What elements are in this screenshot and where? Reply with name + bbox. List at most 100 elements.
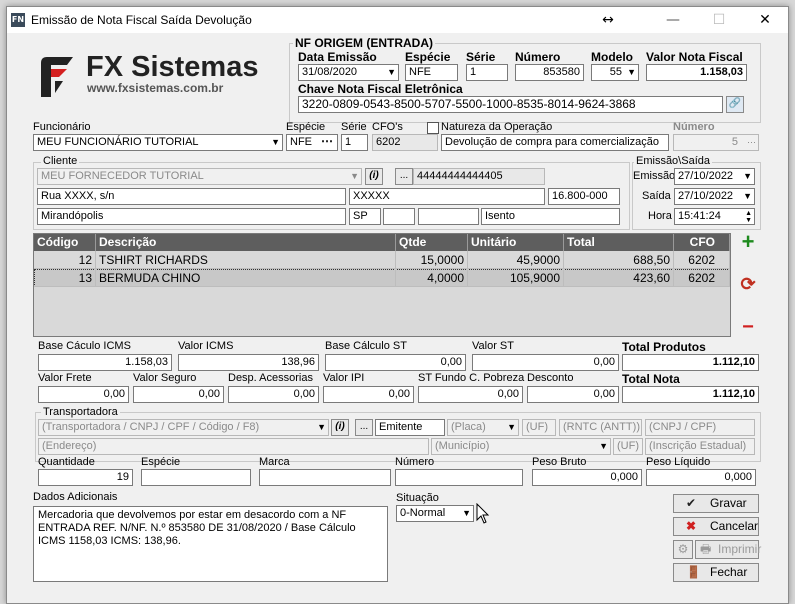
cliente-campo2-field[interactable] xyxy=(418,208,479,225)
base-icms-label: Base Cáculo ICMS xyxy=(38,340,131,352)
seguro-field[interactable]: 0,00 xyxy=(133,386,224,403)
numero-field[interactable]: 5 ⋯ xyxy=(673,134,759,151)
table-row[interactable]: 13 BERMUDA CHINO 4,0000 105,9000 423,60 … xyxy=(34,269,730,287)
chevron-down-icon[interactable]: ▼ xyxy=(743,169,752,184)
saida-date-field[interactable]: 27/10/2022 ▼ xyxy=(674,188,755,205)
column-header-unitario[interactable]: Unitário xyxy=(468,234,564,251)
transp-ie-field[interactable]: (Inscrição Estadual) xyxy=(645,438,755,455)
chevron-down-icon[interactable]: ▼ xyxy=(387,65,396,80)
transp-endereco-field[interactable]: (Endereço) xyxy=(38,438,429,455)
cliente-ie-field[interactable]: Isento xyxy=(481,208,620,225)
numero-more-icon[interactable]: ⋯ xyxy=(747,135,756,150)
chevron-down-icon[interactable]: ▼ xyxy=(350,169,359,184)
cliente-bairro-field[interactable]: XXXXX xyxy=(349,188,545,205)
total-nota-field[interactable]: 1.112,10 xyxy=(622,386,759,403)
placa-select[interactable]: (Placa) ▼ xyxy=(447,419,519,436)
move-icon[interactable]: ↔ xyxy=(585,7,631,33)
cancelar-button[interactable]: ✖ Cancelar xyxy=(673,517,759,536)
peso-bruto-field[interactable]: 0,000 xyxy=(532,469,642,486)
especie-volume-field[interactable] xyxy=(141,469,251,486)
column-header-codigo[interactable]: Código xyxy=(34,234,96,251)
print-settings-button[interactable]: ⚙ xyxy=(673,540,693,559)
valor-icms-field[interactable]: 138,96 xyxy=(178,354,319,371)
nf-origem-especie-field[interactable]: NFE xyxy=(405,64,458,81)
cfos-field[interactable]: 6202 xyxy=(372,134,438,151)
cliente-more-button[interactable]: ... xyxy=(395,168,413,185)
quantidade-field[interactable]: 19 xyxy=(38,469,133,486)
chevron-down-icon[interactable]: ▼ xyxy=(271,135,280,150)
natureza-field[interactable]: Devolução de compra para comercialização xyxy=(441,134,669,151)
rntc-field[interactable]: (RNTC (ANTT)) xyxy=(559,419,642,436)
total-produtos-field[interactable]: 1.112,10 xyxy=(622,354,759,371)
transp-uf2-field[interactable]: (UF) xyxy=(613,438,643,455)
cliente-select[interactable]: MEU FORNECEDOR TUTORIAL ▼ xyxy=(37,168,362,185)
nf-origem-serie-field[interactable]: 1 xyxy=(466,64,508,81)
frete-por-field[interactable]: Emitente xyxy=(375,419,445,436)
remove-item-button[interactable]: − xyxy=(738,317,758,337)
hora-field[interactable]: 15:41:24 ▲ ▼ xyxy=(674,208,755,225)
table-row[interactable]: 12 TSHIRT RICHARDS 15,0000 45,9000 688,5… xyxy=(34,251,730,269)
maximize-button[interactable]: ☐ xyxy=(696,7,742,33)
dados-adicionais-textarea[interactable]: Mercadoria que devolvemos por estar em d… xyxy=(33,506,388,582)
column-header-qtde[interactable]: Qtde xyxy=(396,234,468,251)
nf-origem-modelo-select[interactable]: 55 ▼ xyxy=(591,64,639,81)
numero-volume-field[interactable] xyxy=(395,469,523,486)
cliente-cidade-field[interactable]: Mirandópolis xyxy=(37,208,346,225)
link-icon[interactable]: 🔗 xyxy=(726,96,744,113)
desconto-field[interactable]: 0,00 xyxy=(527,386,619,403)
chevron-down-icon[interactable]: ▼ xyxy=(317,420,326,435)
column-header-cfo[interactable]: CFO xyxy=(674,234,730,251)
close-button[interactable]: ✕ xyxy=(742,7,788,33)
gravar-button[interactable]: ✔ Gravar xyxy=(673,494,759,513)
ipi-field[interactable]: 0,00 xyxy=(323,386,414,403)
valor-nota-label: Valor Nota Fiscal xyxy=(646,50,743,64)
cliente-endereco-field[interactable]: Rua XXXX, s/n xyxy=(37,188,346,205)
refresh-icon[interactable]: ⟳ xyxy=(738,274,758,294)
add-item-button[interactable]: + xyxy=(738,231,758,253)
acessorias-field[interactable]: 0,00 xyxy=(228,386,319,403)
cliente-cep-field[interactable]: 16.800-000 xyxy=(548,188,620,205)
especie-more-button[interactable]: ⋯ xyxy=(321,134,333,148)
chevron-down-icon[interactable]: ▼ xyxy=(599,439,608,454)
nf-origem-data-value: 31/08/2020 xyxy=(302,66,358,78)
municipio-select[interactable]: (Município) ▼ xyxy=(431,438,611,455)
cliente-uf-field[interactable]: SP xyxy=(349,208,381,225)
cell-total: 688,50 xyxy=(564,251,674,269)
emissao-date-field[interactable]: 27/10/2022 ▼ xyxy=(674,168,755,185)
chevron-down-icon[interactable]: ▼ xyxy=(507,420,516,435)
serie-field[interactable]: 1 xyxy=(341,134,368,151)
column-header-descricao[interactable]: Descrição xyxy=(96,234,396,251)
nf-origem-numero-field[interactable]: 853580 xyxy=(515,64,584,81)
cliente-cnpj-field[interactable]: 44444444444405 xyxy=(413,168,545,185)
uf-field[interactable]: (UF) xyxy=(522,419,556,436)
cliente-info-button[interactable]: (i) xyxy=(365,168,383,185)
base-st-field[interactable]: 0,00 xyxy=(325,354,466,371)
base-icms-field[interactable]: 1.158,03 xyxy=(38,354,172,371)
minimize-button[interactable]: — xyxy=(650,7,696,33)
nf-origem-valor-field[interactable]: 1.158,03 xyxy=(646,64,747,81)
chevron-down-icon[interactable]: ▼ xyxy=(462,506,471,521)
situacao-select[interactable]: 0-Normal ▼ xyxy=(396,505,474,522)
imprimir-button[interactable]: 🖶 Imprimir xyxy=(695,540,761,559)
chave-nfe-field[interactable]: 3220-0809-0543-8500-5707-5500-1000-8535-… xyxy=(298,96,723,113)
transp-cnpj-field[interactable]: (CNPJ / CPF) xyxy=(645,419,755,436)
spin-icon[interactable]: ▲ ▼ xyxy=(745,210,752,224)
funcionario-select[interactable]: MEU FUNCIONÁRIO TUTORIAL ▼ xyxy=(33,134,283,151)
natureza-checkbox[interactable] xyxy=(427,122,439,134)
column-header-total[interactable]: Total xyxy=(564,234,674,251)
transportadora-more-button[interactable]: ... xyxy=(355,419,373,436)
transportadora-info-button[interactable]: (i) xyxy=(331,419,349,436)
marca-field[interactable] xyxy=(259,469,391,486)
transportadora-select[interactable]: (Transportadora / CNPJ / CPF / Código / … xyxy=(38,419,329,436)
valor-st-field[interactable]: 0,00 xyxy=(472,354,619,371)
frete-field[interactable]: 0,00 xyxy=(38,386,129,403)
numero-label: Número xyxy=(515,50,561,64)
fechar-button[interactable]: 🚪 Fechar xyxy=(673,563,759,582)
peso-liquido-field[interactable]: 0,000 xyxy=(646,469,756,486)
chevron-down-icon[interactable]: ▼ xyxy=(627,65,636,80)
chevron-down-icon[interactable]: ▼ xyxy=(743,189,752,204)
fcp-field[interactable]: 0,00 xyxy=(418,386,523,403)
quantidade-label: Quantidade xyxy=(38,456,95,468)
cliente-campo1-field[interactable] xyxy=(383,208,415,225)
nf-origem-data-field[interactable]: 31/08/2020 ▼ xyxy=(298,64,399,81)
